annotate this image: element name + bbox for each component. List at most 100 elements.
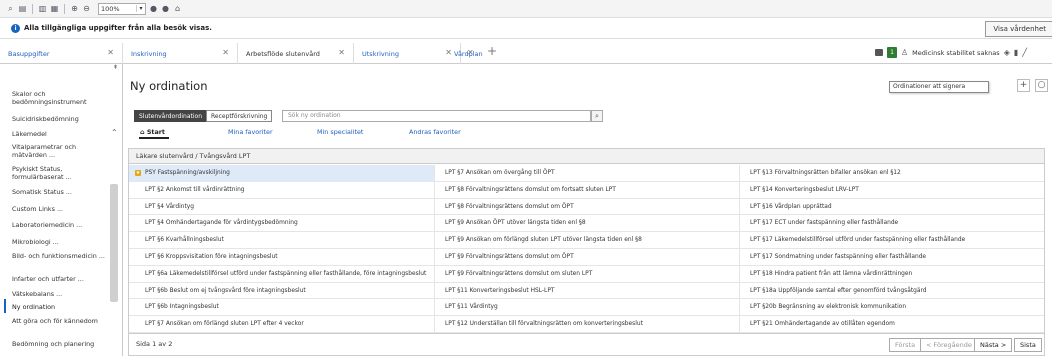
order-cell[interactable]: LPT §7 Ansökan om övergång till ÖPT	[435, 165, 740, 182]
add-button[interactable]: +	[1017, 79, 1030, 92]
order-cell[interactable]: LPT §8 Förvaltningsrättens domslut om fo…	[435, 181, 740, 199]
active-indicator	[4, 299, 6, 313]
order-cell[interactable]: LPT §6b Intagningsbeslut	[129, 299, 435, 317]
zoom-in-icon[interactable]: ⊕	[70, 4, 79, 13]
search-input[interactable]: Sök ny ordination	[282, 110, 591, 122]
sidebar-item-somatisk-status[interactable]: Somatisk Status ...	[12, 188, 108, 196]
printer-icon[interactable]	[875, 49, 883, 56]
order-cell[interactable]: LPT §2 Ankomst till vårdinrättning	[129, 181, 435, 199]
sidebar-item-bedomning[interactable]: Bedömning och planering	[12, 340, 108, 348]
circle-icon[interactable]: ●	[161, 4, 170, 13]
order-cell[interactable]: LPT §6 Kroppsvisitation före intagningsb…	[129, 249, 435, 266]
order-cell[interactable]: LPT §13 Förvaltningsrätten bifaller ansö…	[740, 165, 1044, 182]
sidebar-item-att-gora[interactable]: Att göra och för kännedom	[12, 317, 108, 325]
order-cell[interactable]: LPT §7 Ansökan om förlängd sluten LPT ef…	[129, 316, 435, 333]
document-icon[interactable]: ▮	[1014, 48, 1018, 57]
order-cell[interactable]: LPT §9 Förvaltningsrättens domslut om ÖP…	[435, 249, 740, 266]
circle-icon[interactable]: ●	[149, 4, 158, 13]
nav-start[interactable]: ⌂ Start	[140, 128, 165, 136]
sidebar-item-suicidrisk[interactable]: Suicidriskbedömning	[12, 115, 108, 123]
sidebar-item-lakemedel[interactable]: Läkemedel	[12, 130, 108, 138]
nav-favorites[interactable]: Mina favoriter	[228, 128, 273, 136]
home-icon[interactable]: ⌂	[173, 4, 182, 13]
order-cell[interactable]: LPT §14 Konverteringsbeslut LRV-LPT	[740, 182, 1044, 199]
next-page-button[interactable]: Nästa >	[974, 338, 1013, 352]
close-icon[interactable]: ✕	[445, 48, 452, 57]
first-page-button[interactable]: Första	[889, 338, 922, 352]
order-cell[interactable]: LPT §18 Hindra patient från att lämna vå…	[740, 266, 1044, 283]
sidebar-item-laboratoriemedicin[interactable]: Laboratoriemedicin ...	[12, 221, 108, 229]
sidebar-item-vatskebalans[interactable]: Vätskebalans ...	[12, 290, 108, 298]
order-cell[interactable]: LPT §8 Förvaltningsrättens domslut om ÖP…	[435, 198, 740, 216]
medical-stability-text[interactable]: Medicinsk stabilitet saknas	[912, 49, 1000, 57]
order-label: LPT §20b Begränsning av elektronisk komm…	[750, 304, 907, 311]
order-cell[interactable]: LPT §4 Vårdintyg	[129, 198, 435, 216]
close-icon[interactable]: ✕	[107, 48, 114, 57]
order-cell[interactable]: LPT §4 Omhändertagande för vårdintygsbed…	[129, 215, 435, 233]
sidebar-item-bild-funktionsmedicin[interactable]: Bild- och funktionsmedicin ...	[12, 252, 108, 260]
tag-icon[interactable]: ◈	[1004, 48, 1010, 57]
sidebar-item-vitalparametrar[interactable]: Vitalparametrar och mätvärden ...	[12, 143, 108, 159]
nav-others-favorites[interactable]: Andras favoriter	[409, 128, 461, 136]
tab-utskrivning[interactable]: Utskrivning ✕	[354, 43, 461, 64]
order-cell[interactable]: LPT §6a Läkemedelstillförsel utförd unde…	[129, 265, 435, 283]
search-icon[interactable]: ⌕	[591, 110, 603, 122]
order-cell[interactable]: LPT §6 Kvarhållningsbeslut	[129, 232, 435, 249]
sidebar-scrollbar[interactable]	[110, 184, 118, 302]
order-label: LPT §11 Vårdintyg	[445, 304, 498, 311]
sidebar-item-mikrobiologi[interactable]: Mikrobiologi ...	[12, 238, 108, 246]
last-page-button[interactable]: Sista	[1014, 338, 1042, 352]
tab-basuppgifter[interactable]: Basuppgifter ✕	[0, 43, 123, 64]
orders-to-sign-icon[interactable]: 1	[887, 47, 897, 58]
order-label: LPT §4 Vårdintyg	[145, 203, 195, 210]
order-cell[interactable]: LPT §21 Omhändertagande av otillåten ege…	[740, 316, 1044, 333]
order-cell[interactable]: LPT §17 Sondmatning under fastspänning e…	[740, 249, 1044, 266]
table-row: LPT §6 Kvarhållningsbeslut LPT §9 Ansökan…	[129, 232, 1044, 249]
zoom-select[interactable]: 100% ▾	[98, 2, 146, 15]
refresh-button[interactable]: ○	[1035, 79, 1048, 92]
pin-icon[interactable]: ⇞	[113, 64, 118, 71]
tab-receptforskrivning[interactable]: Receptförskrivning	[206, 110, 273, 122]
sidebar-item-ny-ordination[interactable]: Ny ordination	[12, 303, 108, 311]
table-row: LPT §4 Omhändertagande för vårdintygsbed…	[129, 215, 1044, 233]
tab-inskrivning[interactable]: Inskrivning ✕	[123, 43, 238, 64]
order-cell[interactable]: LPT §11 Vårdintyg	[435, 299, 740, 317]
chevron-up-icon[interactable]: ⌃	[111, 128, 118, 137]
sidebar-item-skalor[interactable]: Skalor och bedömningsinstrument	[12, 90, 108, 106]
order-cell[interactable]: LPT §17 ECT under fastspänning eller fas…	[740, 215, 1044, 232]
add-tab-icon[interactable]: +	[487, 44, 497, 58]
order-cell[interactable]: LPT §20b Begränsning av elektronisk komm…	[740, 299, 1044, 316]
close-icon[interactable]: ✕	[222, 48, 229, 57]
order-cell[interactable]: LPT §9 Ansökan om förlängd sluten LPT ut…	[435, 232, 740, 249]
order-cell[interactable]: LPT §12 Underställan till förvaltningsrä…	[435, 316, 740, 333]
binoculars-icon[interactable]: ⌕	[6, 4, 15, 13]
zoom-out-icon[interactable]: ⊖	[82, 4, 91, 13]
sidebar-item-psykiskt-status[interactable]: Psykiskt Status, formulärbaserat ...	[12, 165, 108, 181]
previous-page-button[interactable]: < Föregående	[920, 338, 978, 352]
slash-icon[interactable]: ╱	[1022, 48, 1027, 57]
show-care-unit-button[interactable]: Visa vårdenhet	[985, 21, 1052, 37]
order-label: LPT §7 Ansökan om övergång till ÖPT	[445, 170, 555, 176]
nav-specialty[interactable]: Min specialitet	[317, 128, 363, 136]
print-icon[interactable]: ▤	[18, 4, 27, 13]
paste-icon[interactable]: ▦	[50, 4, 59, 13]
order-cell[interactable]: LPT §17 Läkemedelstillförsel utförd unde…	[740, 232, 1044, 249]
tab-arbetsflode[interactable]: Arbetsflöde slutenvård ✕	[238, 43, 354, 64]
close-icon[interactable]: ✕	[467, 48, 474, 57]
sidebar-item-custom-links[interactable]: Custom Links ...	[12, 205, 108, 213]
order-cell[interactable]: ★ PSY Fastspänning/avskiljning	[129, 165, 435, 182]
pager: Sida 1 av 2 Första < Föregående Nästa > …	[129, 333, 1044, 355]
copy-icon[interactable]: ▥	[38, 4, 47, 13]
order-label: LPT §13 Förvaltningsrätten bifaller ansö…	[750, 170, 901, 176]
sidebar-item-infarter[interactable]: Infarter och utfarter ...	[12, 275, 108, 283]
order-cell[interactable]: LPT §9 Förvaltningsrättens domslut om sl…	[435, 265, 740, 283]
close-icon[interactable]: ✕	[338, 48, 345, 57]
order-label: LPT §17 Sondmatning under fastspänning e…	[750, 254, 927, 260]
order-cell[interactable]: LPT §16 Vårdplan upprättad	[740, 199, 1044, 216]
order-label: PSY Fastspänning/avskiljning	[145, 170, 230, 176]
order-cell[interactable]: LPT §11 Konverteringsbeslut HSL-LPT	[435, 282, 740, 300]
tab-slutenvardordination[interactable]: Slutenvårdordination	[134, 110, 208, 122]
order-cell[interactable]: LPT §6b Beslut om ej tvångsvård före int…	[129, 282, 435, 300]
order-cell[interactable]: LPT §18a Uppföljande samtal efter genomf…	[740, 283, 1044, 300]
order-cell[interactable]: LPT §9 Ansökan ÖPT utöver längsta tiden …	[435, 215, 740, 233]
